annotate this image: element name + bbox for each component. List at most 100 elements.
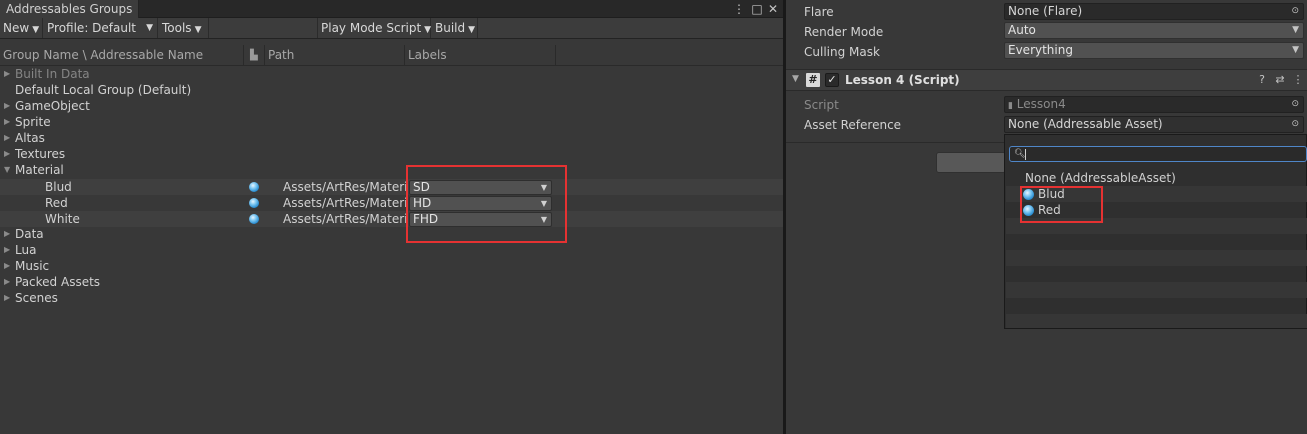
expand-arrow-icon[interactable]: ▶ [4,226,14,242]
play-mode-label: Play Mode Script [321,21,422,35]
flare-field[interactable]: None (Flare) ⊙ [1004,3,1304,20]
column-labels[interactable]: Labels [405,45,555,66]
prop-label-render-mode: Render Mode [804,25,884,39]
asset-reference-field[interactable]: None (Addressable Asset) ⊙ [1004,116,1304,133]
collapse-arrow-icon[interactable]: ▼ [4,162,14,178]
maximize-icon[interactable]: □ [750,1,764,17]
group-label: GameObject [15,99,90,113]
new-label: New [3,21,30,35]
render-mode-value: Auto [1008,23,1036,37]
expand-arrow-icon[interactable]: ▶ [4,66,14,82]
foldout-arrow-icon[interactable]: ▼ [792,74,799,84]
tools-button[interactable]: Tools ▼ [159,18,209,38]
group-label: Sprite [15,115,51,129]
expand-arrow-icon[interactable]: ▶ [4,98,14,114]
group-row-music[interactable]: ▶ Music [0,258,783,274]
script-icon: # [806,73,820,87]
entry-row-blud[interactable]: Blud Assets/ArtRes/Materi SD ▼ [0,179,783,195]
entry-path: Assets/ArtRes/Materi [283,196,408,210]
render-mode-dropdown[interactable]: Auto ▼ [1004,22,1304,39]
column-group-name[interactable]: Group Name \ Addressable Name [0,45,243,66]
group-label: Scenes [15,291,58,305]
chevron-down-icon: ▼ [1292,25,1299,35]
play-mode-script-button[interactable]: Play Mode Script ▼ [317,18,431,38]
column-divider[interactable] [243,45,244,66]
object-picker-icon[interactable]: ⊙ [1291,117,1299,132]
enabled-checkbox[interactable]: ✓ [825,73,839,87]
material-asset-icon [249,214,259,224]
asset-picker-popup: 🔍︎ None (AddressableAsset) Blud Red [1004,134,1307,329]
new-button[interactable]: New ▼ [0,18,43,38]
chevron-down-icon: ▼ [424,25,432,35]
expand-arrow-icon[interactable]: ▶ [4,258,14,274]
more-options-icon[interactable]: ⋮ [732,1,746,17]
script-file-icon: ▮ [1008,101,1013,111]
group-label: Music [15,259,50,273]
popup-empty-row [1006,266,1307,282]
tab-addressables-groups[interactable]: Addressables Groups [0,0,140,18]
group-row-built-in-data[interactable]: ▶ Built In Data [0,66,783,82]
search-icon: 🔍︎ [1014,149,1026,159]
preset-icon[interactable]: ⇄ [1273,73,1287,87]
entry-name: Blud [45,180,72,194]
entry-name: Red [45,196,68,210]
column-header: Group Name \ Addressable Name ▙ Path Lab… [0,45,783,66]
prop-label-asset-reference: Asset Reference [804,118,902,132]
group-row-lua[interactable]: ▶ Lua [0,242,783,258]
script-value: Lesson4 [1016,97,1066,111]
text-caret [1025,149,1026,160]
inspector-button[interactable] [936,152,1006,173]
help-icon[interactable]: ? [1255,73,1269,87]
build-button[interactable]: Build ▼ [432,18,478,38]
group-row-default-local[interactable]: Default Local Group (Default) [0,82,783,98]
addressables-groups-window: Addressables Groups ⋮ □ ✕ New ▼ Profile: … [0,0,783,434]
expand-arrow-icon[interactable]: ▶ [4,274,14,290]
expand-arrow-icon[interactable]: ▶ [4,114,14,130]
material-asset-icon [249,198,259,208]
entry-path: Assets/ArtRes/Materi [283,180,408,194]
script-field: ▮ Lesson4 ⊙ [1004,96,1304,113]
group-row-material[interactable]: ▼ Material [0,162,783,178]
build-label: Build [435,21,466,35]
addressable-type-icon[interactable]: ▙ [247,45,263,66]
close-icon[interactable]: ✕ [766,1,780,17]
material-asset-icon [249,182,259,192]
tools-label: Tools [162,21,192,35]
highlight-box [406,165,567,243]
popup-empty-row [1006,314,1307,328]
entry-row-red[interactable]: Red Assets/ArtRes/Materi HD ▼ [0,195,783,211]
group-label: Default Local Group (Default) [15,83,192,97]
group-row-altas[interactable]: ▶ Altas [0,130,783,146]
popup-option-none[interactable]: None (AddressableAsset) [1006,170,1307,186]
chevron-down-icon: ▼ [194,25,202,35]
tab-bar: Addressables Groups ⋮ □ ✕ [0,0,783,18]
column-divider[interactable] [555,45,556,66]
popup-empty-row [1006,234,1307,250]
chevron-down-icon: ▼ [468,25,476,35]
group-row-data[interactable]: ▶ Data [0,226,783,242]
chevron-down-icon: ▼ [32,25,40,35]
group-row-packed-assets[interactable]: ▶ Packed Assets [0,274,783,290]
group-row-gameobject[interactable]: ▶ GameObject [0,98,783,114]
expand-arrow-icon[interactable]: ▶ [4,290,14,306]
column-path[interactable]: Path [265,45,403,66]
group-row-sprite[interactable]: ▶ Sprite [0,114,783,130]
group-row-textures[interactable]: ▶ Textures [0,146,783,162]
object-picker-icon: ⊙ [1291,99,1299,109]
object-picker-icon[interactable]: ⊙ [1291,4,1299,19]
kebab-menu-icon[interactable]: ⋮ [1291,73,1305,87]
profile-dropdown[interactable]: Profile: Default ▼ [44,18,158,38]
group-row-scenes[interactable]: ▶ Scenes [0,290,783,306]
expand-arrow-icon[interactable]: ▶ [4,130,14,146]
popup-empty-row [1006,250,1307,266]
search-input[interactable]: 🔍︎ [1009,146,1307,162]
entry-row-white[interactable]: White Assets/ArtRes/Materi FHD ▼ [0,211,783,227]
expand-arrow-icon[interactable]: ▶ [4,242,14,258]
option-label: None (AddressableAsset) [1025,171,1176,185]
expand-arrow-icon[interactable]: ▶ [4,146,14,162]
group-label: Textures [15,147,66,161]
component-header[interactable]: ▼ # ✓ Lesson 4 (Script) ? ⇄ ⋮ [786,69,1307,91]
group-label: Material [15,163,64,177]
culling-mask-dropdown[interactable]: Everything ▼ [1004,42,1304,59]
group-label: Altas [15,131,45,145]
